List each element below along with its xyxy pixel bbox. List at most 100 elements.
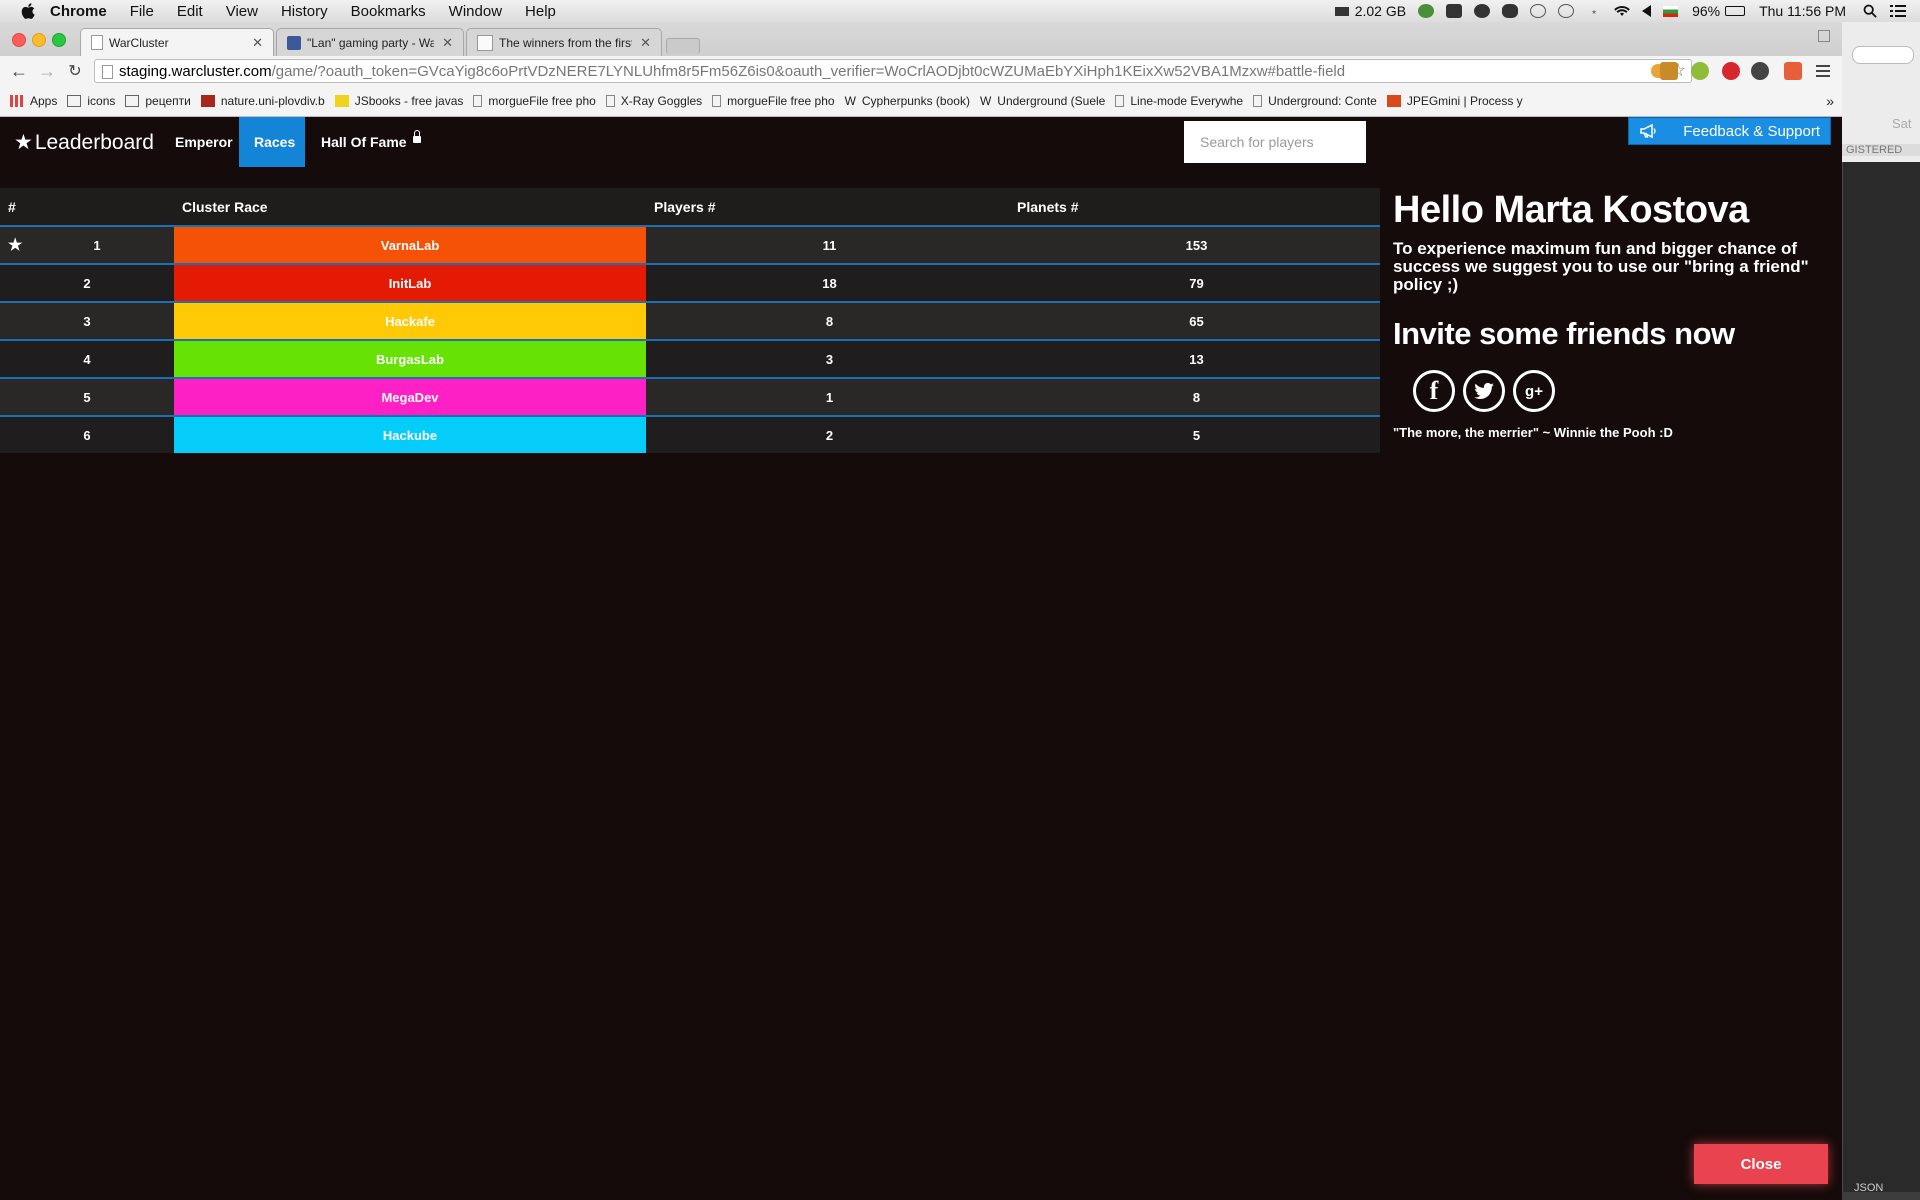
wifi-icon[interactable] — [1614, 4, 1630, 18]
extension-icon[interactable] — [1722, 62, 1740, 80]
player-search-input[interactable] — [1184, 121, 1366, 163]
bookmark-recipes[interactable]: рецепти — [125, 94, 191, 108]
bookmark-morguefile[interactable]: morgueFile free pho — [473, 94, 596, 108]
tab-close-icon[interactable]: ✕ — [442, 35, 453, 51]
skype-icon[interactable] — [1474, 4, 1491, 18]
extension-icon[interactable] — [1691, 62, 1709, 80]
sync-icon[interactable] — [1418, 4, 1435, 18]
nav-tab-emperor[interactable]: Emperor — [160, 117, 248, 167]
bookmark-jpegmini[interactable]: JPEGmini | Process y — [1386, 94, 1523, 108]
back-arrow-icon[interactable]: ← — [10, 61, 28, 81]
table-header-row: # Cluster Race Players # Planets # — [0, 188, 1380, 227]
tab-close-icon[interactable]: ✕ — [640, 35, 651, 51]
bookmark-label: nature.uni-plovdiv.b — [220, 94, 325, 108]
bookmark-jsbooks[interactable]: JSbooks - free javas — [334, 94, 463, 108]
nav-tab-races[interactable]: Races — [239, 117, 305, 167]
evernote-icon[interactable] — [1446, 4, 1463, 18]
reload-icon[interactable]: ↻ — [66, 62, 84, 80]
menu-edit[interactable]: Edit — [177, 3, 203, 20]
extension-icon[interactable] — [1660, 62, 1678, 80]
race-cell: MegaDev — [174, 378, 646, 417]
column-header-planets[interactable]: Planets # — [1013, 188, 1380, 227]
spotlight-search-icon[interactable] — [1862, 4, 1878, 18]
column-header-race[interactable]: Cluster Race — [174, 188, 646, 227]
bookmark-nature[interactable]: nature.uni-plovdiv.b — [200, 94, 325, 108]
menu-help[interactable]: Help — [525, 3, 556, 20]
tab-close-icon[interactable]: ✕ — [252, 35, 263, 51]
bookmark-line-mode[interactable]: Line-mode Everywhe — [1115, 94, 1243, 108]
window-close-icon[interactable] — [12, 33, 26, 47]
paw-icon[interactable] — [1502, 4, 1519, 18]
players-cell: 11 — [646, 226, 1013, 265]
extension-icon[interactable] — [1751, 62, 1769, 80]
time-machine-icon[interactable] — [1558, 4, 1575, 18]
forward-arrow-icon[interactable]: → — [38, 61, 56, 81]
google-plus-icon[interactable]: g+ — [1513, 370, 1555, 412]
tab-title: "Lan" gaming party - WarC — [307, 35, 435, 50]
window-zoom-icon[interactable] — [52, 33, 66, 47]
side-window-body — [1842, 162, 1920, 1192]
leaderboard-navbar: ★ Leaderboard Emperor Races Hall Of Fame… — [0, 117, 1842, 167]
notification-center-icon[interactable] — [1890, 4, 1906, 18]
fullscreen-icon[interactable] — [1818, 30, 1830, 42]
bookmark-morguefile-2[interactable]: morgueFile free pho — [712, 94, 835, 108]
apple-icon[interactable] — [20, 2, 38, 20]
table-row[interactable]: ★ 1 VarnaLab 11 153 — [0, 226, 1380, 265]
planets-cell: 8 — [1013, 378, 1380, 417]
social-share-buttons: f g+ — [1413, 370, 1833, 412]
menu-app-name[interactable]: Chrome — [50, 3, 107, 20]
menu-history[interactable]: History — [281, 3, 328, 20]
navbar-brand[interactable]: ★ Leaderboard — [14, 130, 154, 155]
new-tab-button[interactable] — [666, 38, 700, 54]
rank-cell: 6 — [0, 416, 174, 453]
bookmark-xray-goggles[interactable]: X-Ray Goggles — [605, 94, 702, 108]
chrome-menu-icon[interactable] — [1816, 65, 1830, 77]
battery-icon[interactable] — [1725, 6, 1746, 16]
planets-cell: 5 — [1013, 416, 1380, 453]
bookmark-icons[interactable]: icons — [67, 94, 115, 108]
extension-icon[interactable] — [1784, 62, 1802, 80]
rank-cell: ★ 1 — [0, 226, 174, 265]
json-tab[interactable]: JSON — [1854, 1182, 1883, 1194]
players-cell: 18 — [646, 264, 1013, 303]
table-row[interactable]: 3 Hackafe 8 65 — [0, 302, 1380, 341]
column-header-players[interactable]: Players # — [646, 188, 1013, 227]
bookmark-underground[interactable]: W Underground (Suele — [980, 94, 1105, 108]
chat-icon[interactable] — [1530, 4, 1547, 18]
welcome-panel: Hello Marta Kostova To experience maximu… — [1393, 189, 1833, 440]
column-header-rank[interactable]: # — [0, 188, 174, 227]
menu-window[interactable]: Window — [449, 3, 502, 20]
feedback-support-button[interactable]: Feedback & Support — [1628, 117, 1831, 145]
bookmark-cypherpunks[interactable]: W Cypherpunks (book) — [845, 94, 970, 108]
browser-tab-winners[interactable]: The winners from the first ✕ — [466, 28, 662, 56]
bookmark-underground-content[interactable]: Underground: Conte — [1253, 94, 1377, 108]
browser-tab-facebook[interactable]: "Lan" gaming party - WarC ✕ — [276, 28, 464, 56]
table-row[interactable]: 5 MegaDev 1 8 — [0, 378, 1380, 417]
js-icon — [334, 95, 349, 107]
facebook-icon[interactable]: f — [1413, 370, 1455, 412]
memory-usage[interactable]: 2.02 GB — [1355, 3, 1406, 19]
table-row[interactable]: 6 Hackube 2 5 — [0, 416, 1380, 453]
table-row[interactable]: 4 BurgasLab 3 13 — [0, 340, 1380, 379]
menubar-clock[interactable]: Thu 11:56 PM — [1759, 3, 1846, 19]
language-flag-icon[interactable] — [1663, 5, 1679, 17]
address-bar[interactable]: staging.warcluster.com/game/?oauth_token… — [94, 59, 1692, 83]
table-row[interactable]: 2 InitLab 18 79 — [0, 264, 1380, 303]
battery-percentage[interactable]: 96% — [1692, 3, 1720, 19]
window-minimize-icon[interactable] — [32, 33, 46, 47]
browser-tab-warcluster[interactable]: WarCluster ✕ — [80, 28, 274, 56]
bookmarks-overflow-icon[interactable]: » — [1826, 93, 1834, 109]
page-icon — [473, 95, 483, 107]
race-cell: VarnaLab — [174, 226, 646, 265]
menu-view[interactable]: View — [226, 3, 258, 20]
close-button[interactable]: Close — [1694, 1144, 1828, 1184]
bluetooth-icon[interactable]: ⋆ — [1586, 4, 1602, 19]
twitter-icon[interactable] — [1463, 370, 1505, 412]
menu-bookmarks[interactable]: Bookmarks — [351, 3, 426, 20]
volume-icon[interactable] — [1642, 5, 1652, 17]
nav-tab-hall-of-fame[interactable]: Hall Of Fame — [306, 117, 436, 167]
bookmark-apps[interactable]: Apps — [10, 94, 57, 108]
menu-file[interactable]: File — [130, 3, 154, 20]
side-search-field[interactable] — [1852, 46, 1914, 64]
memory-icon[interactable] — [1334, 6, 1349, 16]
